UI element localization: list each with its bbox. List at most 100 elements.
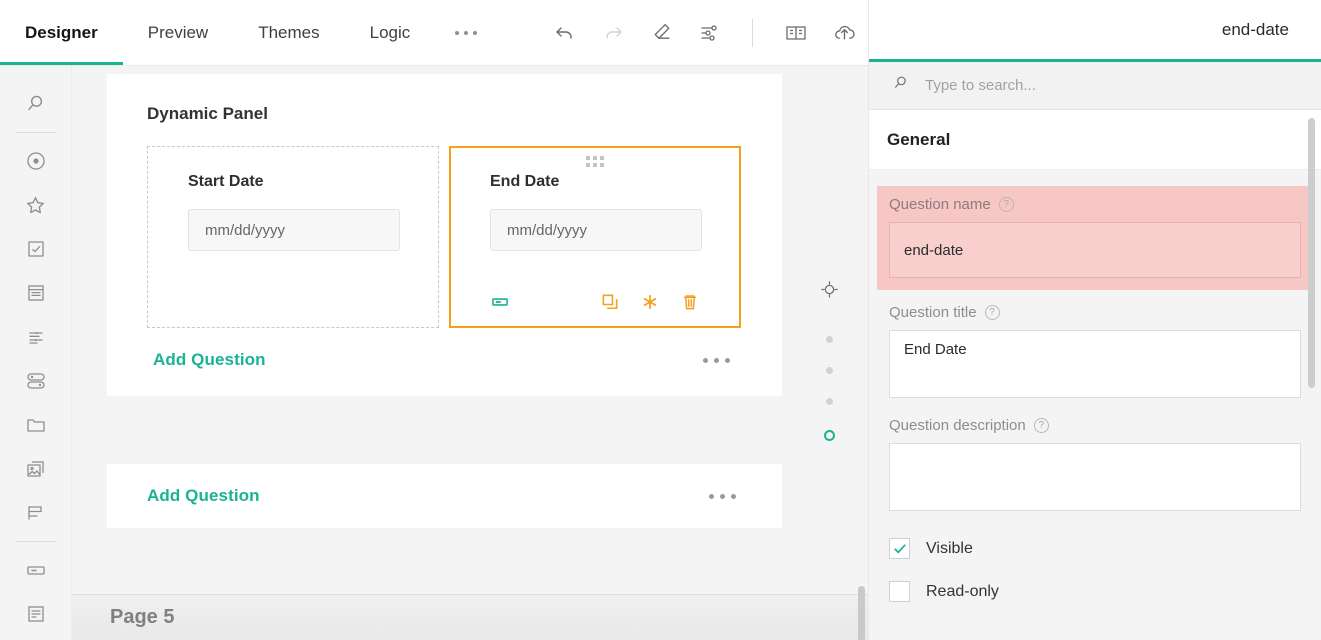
canvas-vertical-scrollbar[interactable] bbox=[858, 66, 865, 640]
help-icon[interactable]: ? bbox=[999, 197, 1014, 212]
property-panel-body: General Question name ? Question title ? bbox=[869, 110, 1321, 640]
checkbox-icon[interactable] bbox=[14, 227, 58, 271]
question-description-input[interactable] bbox=[889, 443, 1301, 511]
preview-pages-icon[interactable] bbox=[783, 20, 809, 46]
page-nav-dot-1[interactable] bbox=[826, 336, 833, 343]
field-question-title-label-row: Question title ? bbox=[889, 304, 1301, 321]
question-end-date-placeholder: mm/dd/yyyy bbox=[507, 222, 587, 239]
field-question-title-label: Question title bbox=[889, 304, 977, 321]
survey-creator-app: Designer Preview Themes Logic bbox=[0, 0, 1321, 640]
upload-cloud-icon[interactable] bbox=[831, 20, 857, 46]
checkbox-visible[interactable]: Visible bbox=[889, 538, 1301, 559]
page-navigator bbox=[814, 278, 844, 453]
checkbox-readonly-box[interactable] bbox=[889, 581, 910, 602]
tab-list: Designer Preview Themes Logic bbox=[0, 0, 497, 65]
add-question-card-outer: Add Question bbox=[107, 464, 782, 528]
duplicate-icon[interactable] bbox=[600, 292, 620, 312]
question-action-bar-right bbox=[600, 292, 700, 312]
tab-preview[interactable]: Preview bbox=[123, 0, 233, 65]
radiogroup-icon[interactable] bbox=[14, 139, 58, 183]
question-title-input[interactable] bbox=[889, 330, 1301, 398]
page-footer: Page 5 bbox=[72, 594, 868, 640]
question-start-date-placeholder: mm/dd/yyyy bbox=[205, 222, 285, 239]
checkbox-visible-box[interactable] bbox=[889, 538, 910, 559]
tab-logic-label: Logic bbox=[370, 23, 411, 43]
page-target-icon[interactable] bbox=[818, 278, 841, 306]
question-name-input[interactable] bbox=[889, 222, 1301, 278]
matrix-icon[interactable] bbox=[14, 491, 58, 535]
page-nav-dot-current[interactable] bbox=[824, 430, 835, 441]
help-icon[interactable]: ? bbox=[1034, 418, 1049, 433]
file-folder-icon[interactable] bbox=[14, 403, 58, 447]
add-question-button-inner[interactable]: Add Question bbox=[153, 350, 266, 370]
ranking-icon[interactable] bbox=[14, 315, 58, 359]
tab-themes[interactable]: Themes bbox=[233, 0, 344, 65]
toolbar-divider bbox=[752, 19, 753, 47]
rail-divider-top bbox=[16, 132, 56, 133]
designer-column: Designer Preview Themes Logic bbox=[0, 0, 868, 640]
design-canvas: Dynamic Panel Start Date mm/dd/yyyy bbox=[72, 66, 868, 640]
property-panel-scroll-thumb[interactable] bbox=[1308, 118, 1315, 388]
ellipsis-icon bbox=[455, 31, 477, 35]
add-question-button-outer[interactable]: Add Question bbox=[147, 486, 260, 506]
property-panel-header: end-date bbox=[869, 0, 1321, 62]
field-question-description-label: Question description bbox=[889, 417, 1026, 434]
redo-icon bbox=[600, 20, 626, 46]
panel-overflow-button[interactable] bbox=[697, 352, 736, 369]
settings-sliders-icon[interactable] bbox=[696, 20, 722, 46]
undo-icon[interactable] bbox=[552, 20, 578, 46]
page-nav-dot-3[interactable] bbox=[826, 398, 833, 405]
tab-preview-label: Preview bbox=[148, 23, 208, 43]
comment-icon[interactable] bbox=[14, 592, 58, 636]
field-question-name-label-row: Question name ? bbox=[889, 196, 1301, 213]
question-start-date[interactable]: Start Date mm/dd/yyyy bbox=[147, 146, 439, 328]
property-search-bar[interactable] bbox=[869, 62, 1321, 110]
page-nav-dot-2[interactable] bbox=[826, 367, 833, 374]
checkbox-readonly[interactable]: Read-only bbox=[889, 581, 1301, 602]
boolean-toggle-icon[interactable] bbox=[14, 359, 58, 403]
delete-trash-icon[interactable] bbox=[680, 292, 700, 312]
drag-handle-icon[interactable] bbox=[586, 156, 604, 167]
question-action-bar bbox=[490, 292, 700, 312]
tab-designer[interactable]: Designer bbox=[0, 0, 123, 65]
toolbar-actions bbox=[552, 19, 857, 47]
question-end-date[interactable]: End Date mm/dd/yyyy bbox=[449, 146, 741, 328]
tab-designer-label: Designer bbox=[25, 23, 98, 43]
property-search-input[interactable] bbox=[925, 77, 1225, 94]
dropdown-icon[interactable] bbox=[14, 271, 58, 315]
question-end-date-title: End Date bbox=[490, 173, 700, 191]
tab-logic[interactable]: Logic bbox=[345, 0, 436, 65]
rating-icon[interactable] bbox=[14, 183, 58, 227]
page-overflow-button[interactable] bbox=[703, 488, 742, 505]
section-general-header[interactable]: General bbox=[869, 110, 1321, 170]
property-panel-scrollbar[interactable] bbox=[1308, 118, 1315, 632]
page-card: Dynamic Panel Start Date mm/dd/yyyy bbox=[107, 74, 782, 396]
rail-divider-bottom bbox=[16, 541, 56, 542]
panel-title: Dynamic Panel bbox=[147, 104, 742, 124]
add-question-row-inner: Add Question bbox=[147, 350, 742, 370]
required-asterisk-icon[interactable] bbox=[640, 292, 660, 312]
property-grid-panel: end-date General Question name ? bbox=[868, 0, 1321, 640]
section-general-label: General bbox=[887, 130, 950, 150]
property-fields: Question name ? Question title ? Questio… bbox=[869, 170, 1321, 602]
image-icon[interactable] bbox=[14, 447, 58, 491]
field-question-name: Question name ? bbox=[877, 186, 1313, 290]
tab-themes-label: Themes bbox=[258, 23, 319, 43]
change-type-icon[interactable] bbox=[490, 292, 510, 312]
question-end-date-input[interactable]: mm/dd/yyyy bbox=[490, 209, 702, 251]
field-question-description-label-row: Question description ? bbox=[889, 417, 1301, 434]
help-icon[interactable]: ? bbox=[985, 305, 1000, 320]
question-row: Start Date mm/dd/yyyy End Date mm/d bbox=[147, 146, 742, 328]
search-icon[interactable] bbox=[14, 82, 58, 126]
top-tabbar: Designer Preview Themes Logic bbox=[0, 0, 868, 66]
checkbox-visible-label: Visible bbox=[926, 540, 973, 558]
question-start-date-input[interactable]: mm/dd/yyyy bbox=[188, 209, 400, 251]
designer-body: Dynamic Panel Start Date mm/dd/yyyy bbox=[0, 66, 868, 640]
tab-overflow-button[interactable] bbox=[435, 31, 497, 35]
clear-icon[interactable] bbox=[648, 20, 674, 46]
text-input-icon[interactable] bbox=[14, 548, 58, 592]
toolbox-rail bbox=[0, 66, 72, 640]
canvas-vertical-scroll-thumb[interactable] bbox=[858, 586, 865, 640]
question-start-date-title: Start Date bbox=[188, 173, 398, 191]
property-panel-title: end-date bbox=[1222, 20, 1289, 40]
